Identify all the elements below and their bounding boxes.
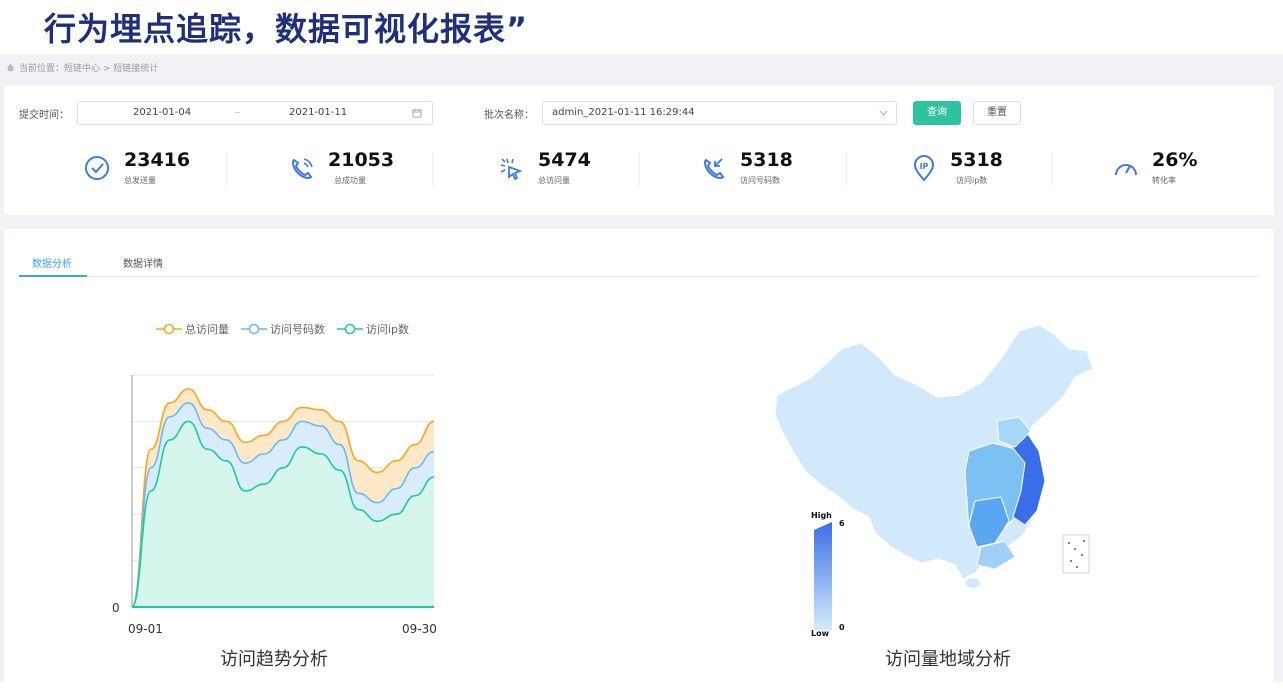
stat-label: 转化率	[1152, 176, 1176, 185]
tab-data-analysis[interactable]: 数据分析	[32, 255, 72, 270]
chevron-down-icon[interactable]	[879, 110, 888, 116]
visual-map-high-label: High	[811, 511, 832, 520]
click-icon	[500, 158, 523, 181]
page-headline: 行为埋点追踪，数据可视化报表”	[44, 10, 529, 48]
stat-label: 总访问量	[538, 176, 570, 185]
batch-value: admin_2021-01-11 16:29:44	[552, 107, 695, 118]
map-title: 访问量地域分析	[885, 649, 1011, 670]
y-axis-zero-label: 0	[112, 601, 120, 615]
stat-label: 访问号码数	[740, 176, 780, 185]
tab-bar: 数据分析 数据详情	[19, 251, 1259, 277]
svg-text:IP: IP	[920, 162, 929, 171]
start-date[interactable]: 2021-01-04	[133, 107, 191, 118]
legend-swatch	[241, 323, 267, 335]
stat-label: 总成功量	[334, 176, 366, 185]
legend-label: 访问ip数	[366, 323, 410, 336]
ip-pin-icon: IP	[913, 155, 935, 182]
time-label: 提交时间：	[19, 110, 69, 121]
divider	[432, 152, 433, 186]
reset-button[interactable]: 重置	[973, 101, 1021, 125]
stat-value: 23416	[124, 149, 191, 171]
visual-map-max-value: 6	[839, 519, 845, 528]
divider	[1052, 152, 1053, 186]
legend-swatch	[156, 323, 182, 335]
active-tab-indicator	[19, 275, 87, 277]
legend-item-total[interactable]: 总访问量	[156, 321, 229, 337]
batch-select[interactable]: admin_2021-01-11 16:29:44	[542, 101, 897, 125]
summary-card: 提交时间： 2021-01-04 – 2021-01-11 批次名称： admi…	[4, 86, 1274, 215]
legend-swatch	[337, 323, 363, 335]
x-axis-end-label: 09-30	[402, 622, 437, 636]
legend-item-phone[interactable]: 访问号码数	[241, 321, 325, 337]
check-circle-icon	[85, 156, 109, 180]
trend-chart-title: 访问趋势分析	[220, 649, 328, 670]
batch-label: 批次名称：	[484, 110, 534, 121]
legend-label: 访问号码数	[270, 323, 325, 336]
app-shell: 当前位置：短链中心 > 短链接统计 提交时间： 2021-01-04 – 202…	[0, 54, 1283, 689]
legend-label: 总访问量	[185, 323, 229, 336]
gauge-icon	[1115, 164, 1137, 176]
breadcrumb: 当前位置：短链中心 > 短链接统计	[6, 61, 158, 74]
visual-map-low-label: Low	[811, 629, 829, 638]
visual-map-min-value: 0	[839, 623, 845, 632]
x-axis-start-label: 09-01	[128, 622, 163, 636]
analysis-card: 数据分析 数据详情 总访问量 访问号码数 访问ip数 0 09-01 09-30…	[4, 229, 1274, 689]
visual-map-bar[interactable]	[814, 522, 832, 630]
home-icon	[6, 63, 15, 72]
range-separator: –	[235, 107, 240, 118]
chart-legend: 总访问量 访问号码数 访问ip数	[156, 321, 409, 337]
calendar-icon[interactable]	[412, 108, 422, 118]
legend-item-ip[interactable]: 访问ip数	[337, 321, 409, 337]
phone-incoming-icon	[704, 158, 725, 179]
end-date[interactable]: 2021-01-11	[289, 107, 347, 118]
stat-value: 5318	[950, 149, 1003, 171]
query-button[interactable]: 查询	[913, 101, 961, 125]
stat-value: 26%	[1152, 149, 1198, 171]
divider	[846, 152, 847, 186]
map-region-hainan	[966, 578, 980, 588]
date-range-picker[interactable]: 2021-01-04 – 2021-01-11	[77, 101, 433, 125]
divider	[639, 152, 640, 186]
tab-data-details[interactable]: 数据详情	[123, 255, 163, 270]
stat-value: 21053	[328, 149, 395, 171]
trend-chart	[131, 374, 435, 608]
stat-label: 访问ip数	[956, 176, 988, 185]
stat-value: 5474	[538, 149, 591, 171]
divider	[226, 152, 227, 186]
south-sea-inset	[1062, 534, 1090, 574]
stat-label: 总发送量	[124, 176, 156, 185]
stat-value: 5318	[740, 149, 793, 171]
phone-icon	[292, 158, 313, 179]
breadcrumb-text: 当前位置：短链中心 > 短链接统计	[19, 64, 159, 74]
